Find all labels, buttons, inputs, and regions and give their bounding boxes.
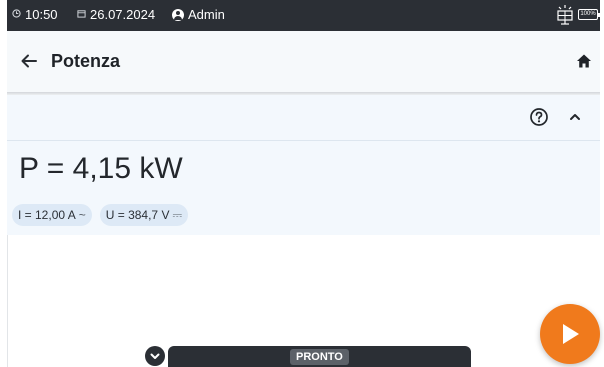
current-chip: I = 12,00 A ~ [12,204,92,226]
right-edge [600,0,604,367]
voltage-chip-label: U = 384,7 V [105,208,170,222]
status-time-text: 10:50 [25,7,58,22]
power-reading: P = 4,15 kW [19,152,183,185]
measurement-card: P = 4,15 kW I = 12,00 A ~ U = 384,7 V ⎓ [7,95,600,235]
battery-icon: 100% [578,9,600,20]
status-time: 10:50 [12,7,58,22]
dc-symbol-icon: ⎓ [172,207,183,222]
card-toolbar [7,95,600,141]
start-button[interactable] [540,304,600,364]
calendar-icon [77,9,86,21]
status-bar: 10:50 26.07.2024 Admin 100% [7,0,600,31]
page-title: Potenza [51,51,121,71]
status-date: 26.07.2024 [77,7,155,22]
app-frame: 10:50 26.07.2024 Admin 100% Potenza P = … [0,0,604,367]
user-icon [172,8,184,21]
battery-label: 100% [580,11,596,17]
status-user[interactable]: Admin [172,7,225,22]
help-icon [530,108,548,126]
collapse-button[interactable] [564,106,586,128]
home-icon [577,54,591,68]
solar-panel-icon [556,5,574,25]
home-button[interactable] [572,49,596,73]
status-badge: PRONTO [290,349,349,365]
status-user-text: Admin [188,7,225,22]
clock-icon [12,8,21,21]
voltage-chip: U = 384,7 V ⎓ [99,204,189,226]
status-panel[interactable]: PRONTO [168,346,471,367]
page-header: Potenza [7,31,600,92]
status-date-text: 26.07.2024 [90,7,156,22]
back-button[interactable] [17,49,41,73]
play-icon [563,324,579,344]
current-chip-label: I = 12,00 A [18,208,76,222]
help-button[interactable] [528,106,550,128]
expand-button[interactable] [145,346,165,366]
chevron-down-icon [150,353,160,359]
arrow-left-icon [21,54,37,68]
ac-symbol-icon: ~ [78,208,86,222]
reading-chips: I = 12,00 A ~ U = 384,7 V ⎓ [12,204,189,226]
chevron-up-icon [570,114,580,120]
